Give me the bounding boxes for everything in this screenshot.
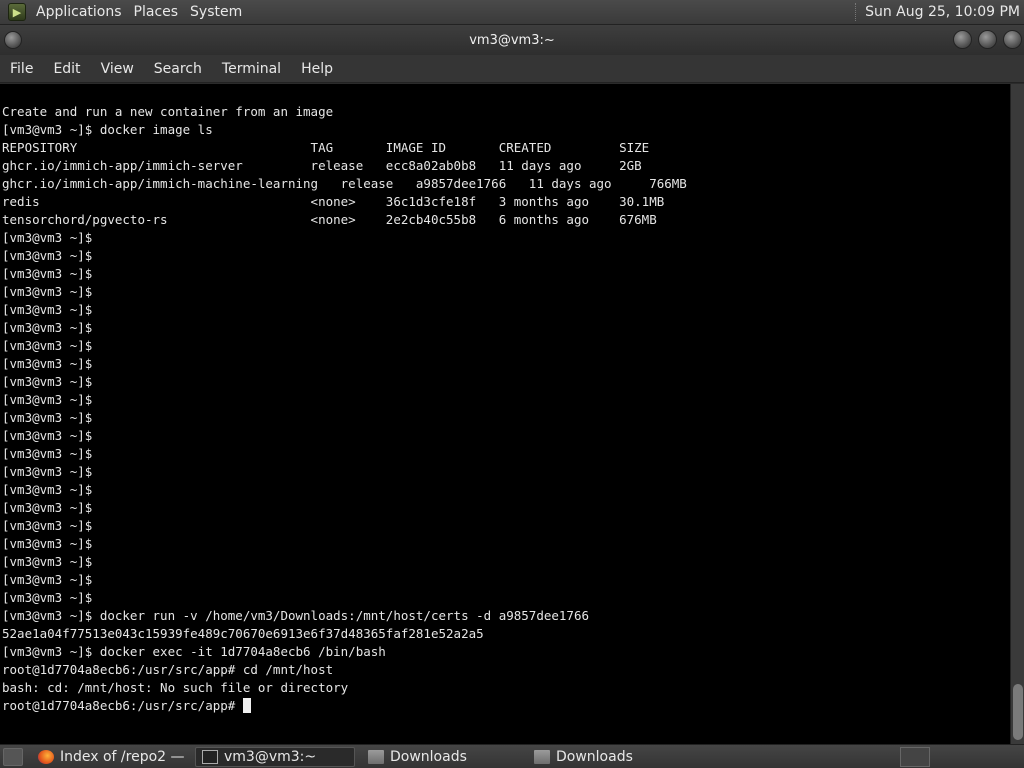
panel-clock[interactable]: Sun Aug 25, 10:09 PM [865,4,1024,20]
panel-menu-places[interactable]: Places [130,4,187,20]
menu-search[interactable]: Search [144,61,212,77]
terminal-line: ghcr.io/immich-app/immich-machine-learni… [2,176,687,191]
terminal-icon [202,749,218,764]
terminal-line: [vm3@vm3 ~]$ [2,302,93,317]
taskbar-task-3[interactable]: Downloads [361,747,521,767]
terminal-line: redis <none> 36c1d3cfe18f 3 months ago 3… [2,194,665,209]
terminal-line: [vm3@vm3 ~]$ [2,356,93,371]
terminal-line: [vm3@vm3 ~]$ [2,500,93,515]
folder-icon [368,749,384,764]
terminal-line: ghcr.io/immich-app/immich-server release… [2,158,642,173]
bottom-taskbar: Index of /repo2 — ... vm3@vm3:~ Downloads D… [0,744,1024,768]
terminal-line: Create and run a new container from an i… [2,104,334,119]
close-icon[interactable] [1003,30,1022,49]
terminal-line: [vm3@vm3 ~]$ [2,248,93,263]
terminal-line: [vm3@vm3 ~]$ [2,410,93,425]
terminal-line: [vm3@vm3 ~]$ [2,320,93,335]
terminal-line: [vm3@vm3 ~]$ docker image ls [2,122,213,137]
menu-file[interactable]: File [0,61,43,77]
minimize-icon[interactable] [953,30,972,49]
terminal-line: REPOSITORY TAG IMAGE ID CREATED SIZE [2,140,650,155]
terminal-line: [vm3@vm3 ~]$ [2,428,93,443]
taskbar-task-1[interactable]: Index of /repo2 — ... [31,747,189,767]
taskbar-task-label: vm3@vm3:~ [224,748,317,765]
window-controls [953,30,1022,49]
top-panel: ▶ Applications Places System Sun Aug 25,… [0,0,1024,25]
panel-menu: ▶ Applications Places System [0,0,250,24]
window-title: vm3@vm3:~ [469,32,555,48]
terminal-output[interactable]: Create and run a new container from an i… [0,84,1010,744]
terminal-line: [vm3@vm3 ~]$ docker run -v /home/vm3/Dow… [2,608,589,623]
terminal-line: [vm3@vm3 ~]$ [2,230,93,245]
terminal-line: [vm3@vm3 ~]$ [2,518,93,533]
panel-separator [855,3,857,21]
terminal-line: [vm3@vm3 ~]$ docker exec -it 1d7704a8ecb… [2,644,386,659]
text-cursor [242,698,251,713]
taskbar-task-label: Downloads [556,748,633,765]
panel-menu-system[interactable]: System [186,4,250,20]
terminal-line: 52ae1a04f77513e043c15939fe489c70670e6913… [2,626,484,641]
terminal-line: [vm3@vm3 ~]$ [2,374,93,389]
panel-menu-applications[interactable]: Applications [32,4,130,20]
terminal-line: tensorchord/pgvecto-rs <none> 2e2cb40c55… [2,212,657,227]
terminal-line: bash: cd: /mnt/host: No such file or dir… [2,680,349,695]
taskbar-task-2[interactable]: vm3@vm3:~ [195,746,355,767]
terminal-line: [vm3@vm3 ~]$ [2,554,93,569]
window-titlebar[interactable]: vm3@vm3:~ [0,25,1024,55]
firefox-icon [38,749,54,764]
terminal-line: [vm3@vm3 ~]$ [2,572,93,587]
menu-terminal[interactable]: Terminal [212,61,291,77]
terminal-line: [vm3@vm3 ~]$ [2,590,93,605]
scrollbar-thumb[interactable] [1013,684,1023,740]
terminal-line: [vm3@vm3 ~]$ [2,482,93,497]
taskbar-task-label: Downloads [390,748,467,765]
terminal-menubar: File Edit View Search Terminal Help [0,55,1024,83]
menu-view[interactable]: View [91,61,144,77]
terminal-line: [vm3@vm3 ~]$ [2,338,93,353]
taskbar-task-label: Index of /repo2 — ... [60,748,189,765]
maximize-icon[interactable] [978,30,997,49]
terminal-line: [vm3@vm3 ~]$ [2,464,93,479]
terminal-scrollbar[interactable] [1010,84,1024,744]
applications-logo-icon[interactable]: ▶ [8,3,26,21]
terminal-line: [vm3@vm3 ~]$ [2,266,93,281]
menu-help[interactable]: Help [291,61,343,77]
terminal-line: [vm3@vm3 ~]$ [2,284,93,299]
show-desktop-icon[interactable] [3,747,23,766]
folder-icon [534,749,550,764]
menu-edit[interactable]: Edit [43,61,90,77]
terminal-line: root@1d7704a8ecb6:/usr/src/app# cd /mnt/… [2,662,334,677]
taskbar-task-4[interactable]: Downloads [527,747,687,767]
terminal-line: [vm3@vm3 ~]$ [2,392,93,407]
terminal-prompt: root@1d7704a8ecb6:/usr/src/app# [2,698,243,713]
workspace-switcher-icon[interactable] [900,746,930,767]
window-menu-icon[interactable] [4,31,22,49]
terminal-line: [vm3@vm3 ~]$ [2,536,93,551]
terminal-line: [vm3@vm3 ~]$ [2,446,93,461]
terminal-prompt-line[interactable]: root@1d7704a8ecb6:/usr/src/app# [2,697,1010,715]
